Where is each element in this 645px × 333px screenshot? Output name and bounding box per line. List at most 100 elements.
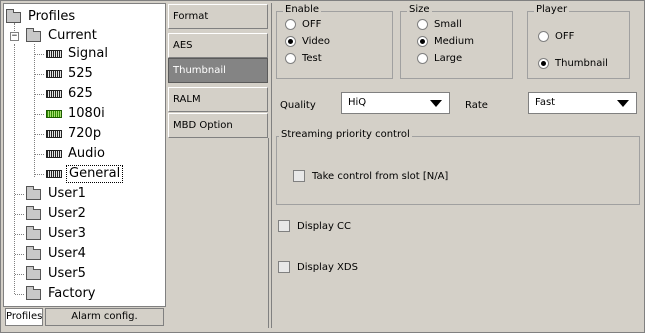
category-mbd-option[interactable]: MBD Option bbox=[168, 113, 268, 138]
tree-node-label: 720p bbox=[68, 126, 102, 141]
tab-alarm-config[interactable]: Alarm config. bbox=[45, 308, 164, 326]
tree-line bbox=[15, 274, 24, 275]
tree-node-label: User3 bbox=[48, 226, 86, 241]
tree-node-profiles[interactable]: Profiles bbox=[6, 8, 77, 26]
enable-video-radio[interactable]: Video bbox=[285, 36, 330, 47]
tree-line bbox=[15, 254, 24, 255]
tree-node-user2[interactable]: User2 bbox=[26, 205, 88, 223]
radio-label: Medium bbox=[434, 36, 474, 47]
radio-icon bbox=[285, 19, 296, 30]
player-group: Player OFF Thumbnail bbox=[527, 4, 630, 79]
folder-icon bbox=[26, 265, 41, 280]
enable-off-radio[interactable]: OFF bbox=[285, 19, 321, 30]
size-medium-radio[interactable]: Medium bbox=[417, 36, 474, 47]
rate-select[interactable]: Fast bbox=[528, 92, 637, 114]
quality-select-value: HiQ bbox=[348, 97, 367, 108]
radio-icon bbox=[285, 53, 296, 64]
radio-label: OFF bbox=[302, 19, 322, 30]
tree-node-user4[interactable]: User4 bbox=[26, 245, 88, 263]
tree-node-user1[interactable]: User1 bbox=[26, 185, 88, 203]
tree-node-625[interactable]: 625 bbox=[46, 85, 95, 103]
folder-icon bbox=[26, 185, 41, 200]
player-group-title: Player bbox=[534, 4, 570, 15]
tree-node-label: 1080i bbox=[68, 106, 105, 121]
profile-tree[interactable]: Profiles − Current Signal 525 625 1080i bbox=[3, 3, 166, 307]
tree-line bbox=[35, 54, 44, 55]
tree-node-user5[interactable]: User5 bbox=[26, 265, 88, 283]
board-icon bbox=[46, 50, 62, 58]
radio-selected-icon bbox=[538, 58, 549, 69]
size-small-radio[interactable]: Small bbox=[417, 19, 462, 30]
category-column bbox=[168, 138, 269, 328]
tree-node-label: User1 bbox=[48, 186, 86, 201]
collapse-expander-icon[interactable]: − bbox=[10, 32, 19, 41]
radio-icon bbox=[417, 19, 428, 30]
tree-line bbox=[35, 174, 44, 175]
tree-line bbox=[35, 114, 44, 115]
quality-label: Quality bbox=[280, 100, 316, 111]
folder-icon bbox=[26, 225, 41, 240]
tree-node-factory[interactable]: Factory bbox=[26, 285, 98, 303]
radio-label: Large bbox=[434, 53, 463, 64]
tree-node-current[interactable]: Current bbox=[26, 27, 99, 45]
checkbox-label: Display XDS bbox=[297, 261, 358, 273]
streaming-priority-group: Streaming priority control Take control … bbox=[276, 129, 640, 205]
folder-icon bbox=[26, 205, 41, 220]
board-icon bbox=[46, 170, 62, 178]
tab-profiles[interactable]: Profiles bbox=[5, 308, 43, 326]
quality-select[interactable]: HiQ bbox=[341, 92, 450, 114]
tree-line bbox=[35, 154, 44, 155]
tree-node-audio[interactable]: Audio bbox=[46, 145, 107, 163]
tree-node-signal[interactable]: Signal bbox=[46, 45, 110, 63]
tree-line bbox=[35, 74, 44, 75]
enable-group-title: Enable bbox=[283, 4, 322, 15]
category-ralm[interactable]: RALM bbox=[168, 87, 268, 112]
tree-line bbox=[15, 294, 24, 295]
app-window: Profiles − Current Signal 525 625 1080i bbox=[0, 0, 645, 333]
take-control-checkbox[interactable]: Take control from slot [N/A] bbox=[293, 170, 448, 182]
radio-selected-icon bbox=[417, 36, 428, 47]
size-group: Size Small Medium Large bbox=[400, 4, 513, 79]
board-icon bbox=[46, 70, 62, 78]
chevron-down-icon bbox=[617, 100, 629, 107]
tree-node-525[interactable]: 525 bbox=[46, 65, 95, 83]
rate-select-value: Fast bbox=[535, 97, 556, 108]
display-cc-checkbox[interactable]: Display CC bbox=[278, 220, 351, 232]
checkbox-icon bbox=[293, 170, 305, 182]
tree-node-general[interactable]: General bbox=[46, 165, 124, 183]
tree-node-user3[interactable]: User3 bbox=[26, 225, 88, 243]
tree-line bbox=[15, 234, 24, 235]
thumbnail-settings-panel: Enable OFF Video Test Size Small Medium … bbox=[271, 3, 644, 328]
tree-node-label: User2 bbox=[48, 206, 86, 221]
tree-node-label: Signal bbox=[68, 46, 108, 61]
tree-line bbox=[35, 94, 44, 95]
tree-node-label-selected: General bbox=[66, 165, 124, 183]
radio-icon bbox=[538, 31, 549, 42]
category-thumbnail[interactable]: Thumbnail bbox=[168, 58, 268, 83]
tree-node-1080i[interactable]: 1080i bbox=[46, 105, 107, 123]
tree-node-label: Profiles bbox=[28, 9, 76, 24]
tree-node-720p[interactable]: 720p bbox=[46, 125, 103, 143]
enable-test-radio[interactable]: Test bbox=[285, 53, 322, 64]
tree-line bbox=[35, 134, 44, 135]
category-aes[interactable]: AES bbox=[168, 33, 268, 58]
tree-node-label: User4 bbox=[48, 246, 86, 261]
chevron-down-icon bbox=[430, 100, 442, 107]
player-off-radio[interactable]: OFF bbox=[538, 31, 574, 42]
tree-node-label: Audio bbox=[68, 146, 105, 161]
radio-label: Test bbox=[302, 53, 322, 64]
tree-line bbox=[14, 44, 15, 294]
checkbox-icon bbox=[278, 261, 290, 273]
folder-icon bbox=[6, 8, 21, 23]
board-icon bbox=[46, 130, 62, 138]
folder-icon bbox=[26, 27, 41, 42]
checkbox-label: Display CC bbox=[297, 220, 352, 232]
player-thumbnail-radio[interactable]: Thumbnail bbox=[538, 58, 608, 69]
category-format[interactable]: Format bbox=[168, 4, 268, 29]
tree-node-label: Current bbox=[48, 28, 97, 43]
folder-icon bbox=[26, 285, 41, 300]
radio-icon bbox=[417, 53, 428, 64]
checkbox-icon bbox=[278, 220, 290, 232]
size-large-radio[interactable]: Large bbox=[417, 53, 462, 64]
display-xds-checkbox[interactable]: Display XDS bbox=[278, 261, 358, 273]
